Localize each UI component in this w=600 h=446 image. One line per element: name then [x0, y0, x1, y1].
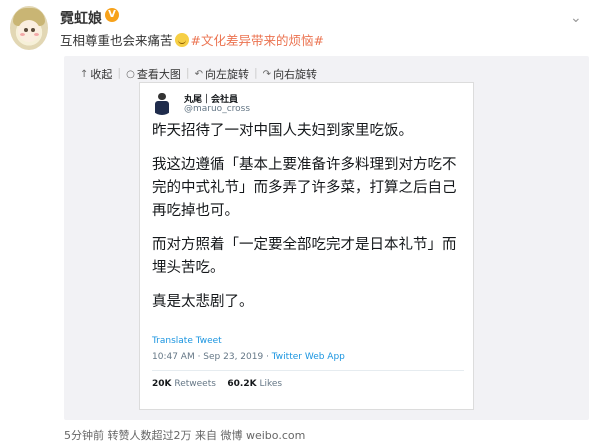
- tweet-paragraph: 而对方照着「一定要全部吃完才是日本礼节」而埋头苦吃。: [152, 237, 457, 276]
- user-avatar[interactable]: [10, 6, 48, 50]
- rotate-left-icon: ↶: [194, 68, 203, 80]
- tweet-stats: 20K Retweets 60.2K Likes: [152, 379, 282, 389]
- avatar-eye: [24, 28, 28, 32]
- rotate-right-label: 向右旋转: [273, 68, 318, 81]
- post-hashtag[interactable]: #文化差异带来的烦恼#: [191, 33, 324, 48]
- tweet-app: Twitter Web App: [271, 352, 345, 362]
- rotate-left-button[interactable]: ↶ 向左旋转: [191, 66, 253, 82]
- post-body: 互相尊重也会来痛苦: [60, 33, 173, 48]
- tweet-divider: [152, 370, 464, 371]
- likes-count: 60.2K: [227, 379, 257, 389]
- tweet-avatar-body: [155, 101, 169, 115]
- tweet-avatar: [150, 91, 174, 115]
- verified-badge-icon: V: [105, 8, 119, 22]
- rotate-left-label: 向左旋转: [204, 68, 249, 81]
- tweet-paragraph: 真是太悲剧了。: [152, 294, 254, 310]
- retweets-count: 20K: [152, 379, 172, 389]
- collapse-label: 收起: [90, 68, 113, 81]
- view-large-button[interactable]: ○ 查看大图: [122, 66, 185, 82]
- tweet-paragraph: 昨天招待了一对中国人夫妇到家里吃饭。: [152, 123, 413, 139]
- tweet-screenshot[interactable]: 丸尾｜会社員 @maruo_cross 昨天招待了一对中国人夫妇到家里吃饭。 我…: [139, 82, 474, 410]
- tweet-author-handle: @maruo_cross: [184, 104, 251, 114]
- crying-laughing-emoji-icon: [174, 33, 189, 47]
- avatar-blush: [20, 33, 25, 36]
- avatar-blush: [34, 33, 39, 36]
- post-footer: 5分钟前 转赞人数超过2万 来自 微博 weibo.com: [64, 429, 306, 442]
- rotate-right-button[interactable]: ↷ 向右旋转: [259, 66, 321, 82]
- media-panel: ↑ 收起 | ○ 查看大图 | ↶ 向左旋转 | ↷ 向右旋转 丸尾｜会社員 @maru…: [64, 56, 589, 420]
- tweet-avatar-head: [158, 93, 166, 100]
- avatar-eye: [31, 28, 35, 32]
- rotate-right-icon: ↷: [262, 68, 272, 80]
- collapse-button[interactable]: ↑ 收起: [76, 66, 116, 82]
- avatar-face: [18, 20, 40, 42]
- collapse-icon: ↑: [80, 68, 89, 80]
- search-icon: ○: [126, 68, 135, 80]
- image-toolbar: ↑ 收起 | ○ 查看大图 | ↶ 向左旋转 | ↷ 向右旋转: [76, 66, 321, 82]
- username[interactable]: 霓虹娘: [60, 8, 102, 28]
- tweet-timestamp: 10:47 AM · Sep 23, 2019 ·: [152, 352, 272, 362]
- tweet-body: 昨天招待了一对中国人夫妇到家里吃饭。 我这边遵循「基本上要准备许多料理到对方吃不…: [152, 120, 470, 325]
- chevron-down-icon[interactable]: ⌄: [570, 10, 582, 26]
- tweet-meta: 10:47 AM · Sep 23, 2019 · Twitter Web Ap…: [152, 352, 345, 362]
- retweets-label: Retweets: [171, 379, 216, 389]
- translate-tweet-link: Translate Tweet: [152, 336, 222, 346]
- tweet-paragraph: 我这边遵循「基本上要准备许多料理到对方吃不完的中式礼节」而多弄了许多菜，打算之后…: [152, 157, 457, 219]
- likes-label: Likes: [256, 379, 283, 389]
- post-text: 互相尊重也会来痛苦 #文化差异带来的烦恼#: [60, 30, 324, 49]
- view-large-label: 查看大图: [136, 68, 181, 81]
